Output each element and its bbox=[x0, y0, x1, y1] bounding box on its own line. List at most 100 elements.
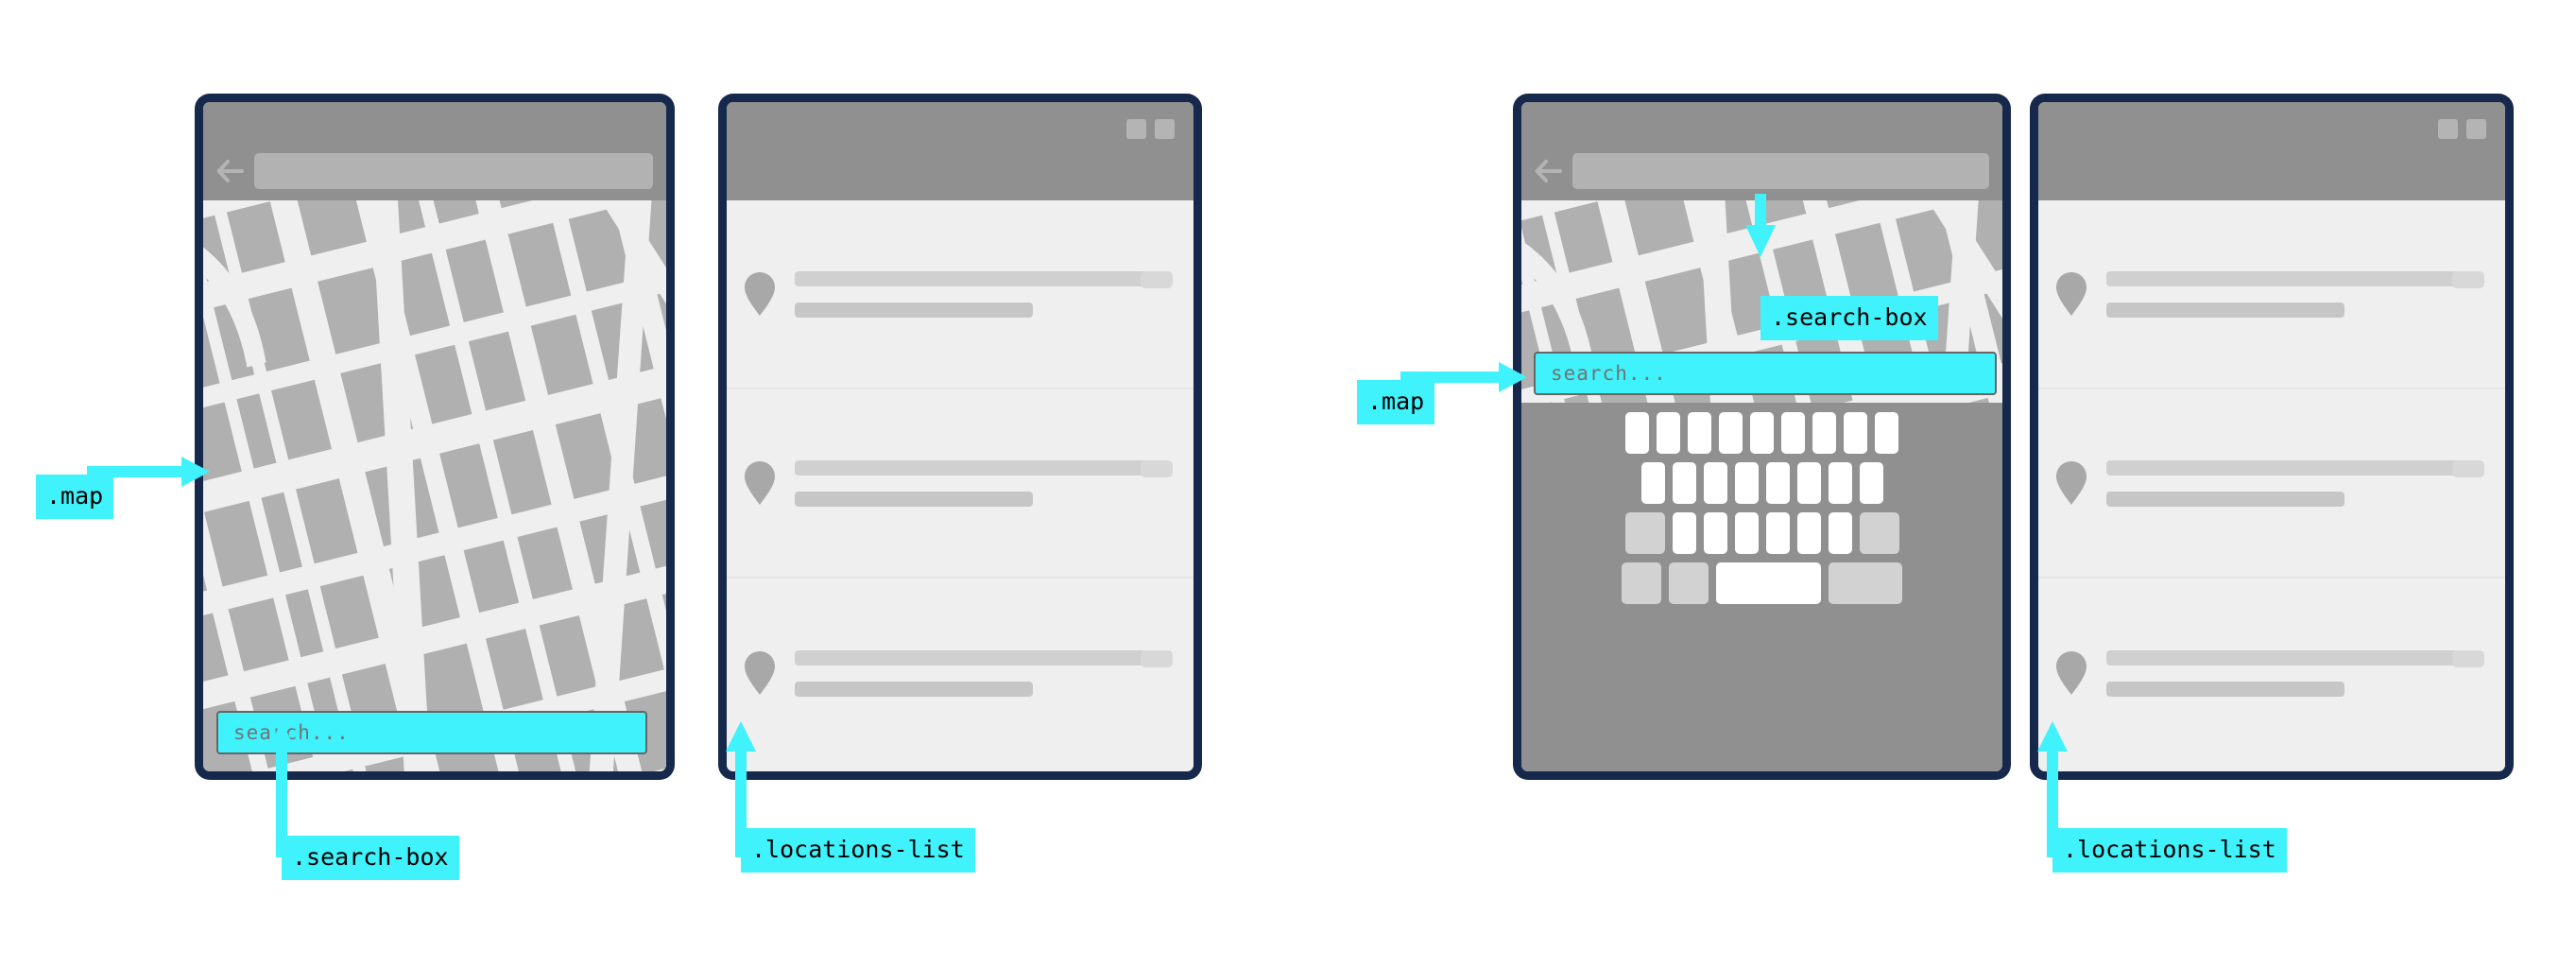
list-item-text bbox=[795, 649, 1173, 697]
locations-list-device-default bbox=[718, 94, 1202, 780]
list-item-line-2 bbox=[795, 302, 1033, 318]
list-item-line-2 bbox=[2106, 302, 2344, 318]
annotation-label-map-left: .map bbox=[36, 475, 114, 519]
locations-list-default[interactable] bbox=[727, 200, 1194, 771]
keyboard-emoji-key[interactable] bbox=[1669, 562, 1709, 604]
locations-list-focused[interactable] bbox=[2038, 200, 2505, 771]
list-item-text bbox=[2106, 270, 2484, 318]
list-item-badge bbox=[2452, 270, 2484, 288]
keyboard-key[interactable] bbox=[1734, 512, 1759, 554]
list-item-line-2 bbox=[795, 491, 1033, 507]
annotation-label-search-box-left: .search-box bbox=[282, 836, 459, 880]
keyboard-row-3 bbox=[1530, 512, 1994, 554]
search-box-focused[interactable]: search... bbox=[1534, 352, 1997, 395]
list-item[interactable] bbox=[727, 389, 1194, 579]
list-item[interactable] bbox=[727, 200, 1194, 389]
map-pin-icon bbox=[744, 460, 776, 506]
locations-list-header-focused bbox=[2038, 102, 2505, 200]
on-screen-keyboard[interactable] bbox=[1521, 403, 2002, 771]
list-item-line-1 bbox=[795, 649, 1146, 666]
list-item-text bbox=[795, 270, 1173, 318]
keyboard-key[interactable] bbox=[1812, 412, 1836, 454]
list-item[interactable] bbox=[2038, 200, 2505, 389]
keyboard-key[interactable] bbox=[1828, 512, 1852, 554]
list-item-line-1 bbox=[2106, 270, 2458, 286]
toolbar-search-field[interactable] bbox=[254, 153, 653, 189]
annotation-label-map-right: .map bbox=[1357, 380, 1435, 424]
keyboard-key[interactable] bbox=[1640, 462, 1665, 504]
maximize-square-icon[interactable] bbox=[2466, 119, 2486, 139]
list-item-badge bbox=[1141, 270, 1173, 288]
keyboard-symbols-key[interactable] bbox=[1622, 562, 1661, 604]
keyboard-key[interactable] bbox=[1688, 412, 1711, 454]
keyboard-key[interactable] bbox=[1672, 462, 1696, 504]
minimize-square-icon[interactable] bbox=[1126, 119, 1146, 139]
keyboard-key[interactable] bbox=[1765, 512, 1790, 554]
window-controls bbox=[2438, 119, 2486, 139]
map-pin-icon bbox=[2055, 650, 2087, 696]
list-item-text bbox=[2106, 649, 2484, 697]
keyboard-row-4 bbox=[1530, 562, 1994, 604]
list-item-text bbox=[795, 459, 1173, 507]
map-pin-icon bbox=[744, 650, 776, 696]
map-pin-icon bbox=[2055, 271, 2087, 317]
map-canvas-default[interactable] bbox=[203, 200, 666, 771]
annotation-label-locations-list-left: .locations-list bbox=[741, 828, 975, 873]
keyboard-key[interactable] bbox=[1765, 462, 1790, 504]
keyboard-key[interactable] bbox=[1781, 412, 1805, 454]
keyboard-key[interactable] bbox=[1703, 462, 1727, 504]
keyboard-key[interactable] bbox=[1828, 462, 1852, 504]
keyboard-key[interactable] bbox=[1734, 462, 1759, 504]
list-item-badge bbox=[2452, 459, 2484, 477]
keyboard-key[interactable] bbox=[1750, 412, 1774, 454]
keyboard-key[interactable] bbox=[1703, 512, 1727, 554]
keyboard-key[interactable] bbox=[1796, 512, 1821, 554]
list-item[interactable] bbox=[2038, 389, 2505, 579]
back-arrow-icon[interactable] bbox=[216, 159, 245, 183]
keyboard-key[interactable] bbox=[1719, 412, 1743, 454]
list-item-badge bbox=[1141, 459, 1173, 477]
keyboard-key[interactable] bbox=[1844, 412, 1867, 454]
map-toolbar-default bbox=[203, 102, 666, 200]
list-item-line-2 bbox=[2106, 491, 2344, 507]
keyboard-spacebar-key[interactable] bbox=[1716, 562, 1821, 604]
maximize-square-icon[interactable] bbox=[1155, 119, 1175, 139]
map-pin-icon bbox=[2055, 460, 2087, 506]
locations-list-screen-focused bbox=[2038, 102, 2505, 771]
list-item[interactable] bbox=[727, 579, 1194, 768]
annotation-label-search-box-right: .search-box bbox=[1760, 296, 1938, 340]
keyboard-row-2 bbox=[1530, 462, 1994, 504]
keyboard-backspace-key[interactable] bbox=[1859, 512, 1899, 554]
list-item-line-1 bbox=[795, 270, 1146, 286]
map-device-focused: search... bbox=[1513, 94, 2011, 780]
list-item-line-1 bbox=[2106, 649, 2458, 666]
minimize-square-icon[interactable] bbox=[2438, 119, 2458, 139]
list-item-line-1 bbox=[795, 459, 1146, 475]
list-item-badge bbox=[2452, 649, 2484, 667]
map-screen-focused: search... bbox=[1521, 102, 2002, 771]
keyboard-enter-key[interactable] bbox=[1829, 562, 1902, 604]
keyboard-key[interactable] bbox=[1672, 512, 1696, 554]
search-box-placeholder: search... bbox=[233, 721, 350, 744]
keyboard-key[interactable] bbox=[1875, 412, 1898, 454]
toolbar-search-field[interactable] bbox=[1572, 153, 1989, 189]
annotation-label-locations-list-right: .locations-list bbox=[2052, 828, 2287, 873]
locations-list-device-focused bbox=[2030, 94, 2514, 780]
back-arrow-icon[interactable] bbox=[1535, 159, 1563, 183]
keyboard-key[interactable] bbox=[1625, 412, 1649, 454]
map-screen-default: search... bbox=[203, 102, 666, 771]
keyboard-shift-key[interactable] bbox=[1624, 512, 1665, 554]
keyboard-key[interactable] bbox=[1657, 412, 1680, 454]
map-pin-icon bbox=[744, 271, 776, 317]
locations-list-header-default bbox=[727, 102, 1194, 200]
keyboard-key[interactable] bbox=[1859, 462, 1883, 504]
keyboard-key[interactable] bbox=[1796, 462, 1821, 504]
list-item-line-2 bbox=[2106, 681, 2344, 697]
list-item-line-1 bbox=[2106, 459, 2458, 475]
keyboard-row-1 bbox=[1530, 412, 1994, 454]
map-toolbar-focused bbox=[1521, 102, 2002, 200]
search-box-default[interactable]: search... bbox=[216, 711, 647, 754]
locations-list-screen-default bbox=[727, 102, 1194, 771]
list-item-text bbox=[2106, 459, 2484, 507]
list-item[interactable] bbox=[2038, 579, 2505, 768]
